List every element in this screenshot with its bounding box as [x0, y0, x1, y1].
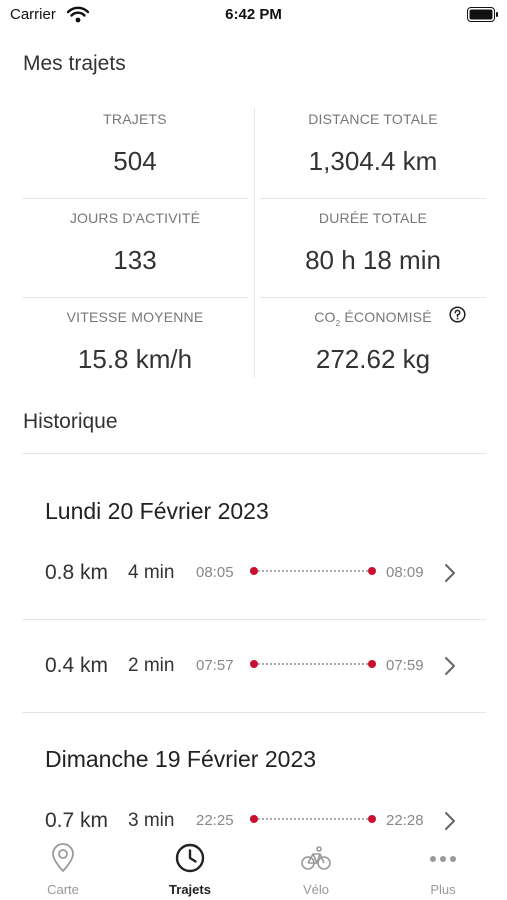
stat-label: JOURS D'ACTIVITÉ: [69, 210, 201, 226]
stat-total-duration: DURÉE TOTALE 80 h 18 min: [260, 207, 486, 297]
trip-start-time: 22:25: [196, 812, 234, 829]
tab-label: Carte: [47, 882, 79, 897]
trip-start-time: 08:05: [196, 564, 234, 581]
stats-divider: [22, 297, 248, 298]
stat-value: 272.62 kg: [315, 344, 431, 374]
trip-timeline: [250, 660, 376, 668]
tab-plus[interactable]: Plus: [380, 835, 506, 900]
stats-divider: [260, 198, 486, 199]
trip-distance: 0.4 km: [45, 654, 109, 677]
more-icon: [430, 856, 456, 862]
map-pin-icon: [52, 843, 74, 872]
tab-velo[interactable]: Vélo: [253, 835, 379, 900]
tab-label: Vélo: [302, 882, 330, 897]
co2-label-suffix: ÉCONOMISÉ: [340, 309, 432, 325]
stats-divider: [254, 108, 255, 378]
page-title: Mes trajets: [23, 52, 126, 75]
trip-row[interactable]: 0.4 km 2 min 07:57 07:59: [0, 647, 507, 687]
tab-carte[interactable]: Carte: [0, 835, 126, 900]
stat-value: 504: [113, 146, 157, 176]
trip-divider: [22, 619, 486, 620]
stat-value: 15.8 km/h: [77, 344, 193, 374]
trip-timeline: [250, 567, 376, 575]
history-divider: [22, 453, 486, 454]
day-header: Dimanche 19 Février 2023: [45, 746, 317, 772]
tab-label: Plus: [430, 882, 456, 897]
chevron-right-icon: [445, 812, 455, 830]
stat-value: 1,304.4 km: [308, 146, 438, 176]
chevron-right-icon: [445, 564, 455, 582]
trip-end-time: 22:28: [386, 812, 424, 829]
stat-total-distance: DISTANCE TOTALE 1,304.4 km: [260, 108, 486, 198]
day-header: Lundi 20 Février 2023: [45, 498, 269, 524]
stat-value: 133: [113, 245, 157, 275]
stat-label: TRAJETS: [103, 111, 167, 127]
stat-label: VITESSE MOYENNE: [66, 309, 204, 325]
history-title: Historique: [23, 410, 118, 433]
trip-duration: 2 min: [128, 655, 175, 676]
status-time: 6:42 PM: [225, 6, 282, 23]
bicycle-icon: [301, 846, 331, 870]
trip-end-time: 07:59: [386, 657, 424, 674]
day-divider: [22, 712, 486, 713]
stats-divider: [22, 198, 248, 199]
status-bar: Carrier 6:42 PM: [0, 0, 507, 30]
trip-distance: 0.7 km: [45, 809, 109, 832]
clock-icon: [175, 843, 205, 873]
stat-trips: TRAJETS 504: [22, 108, 248, 198]
stats-divider: [260, 297, 486, 298]
stats-grid: TRAJETS 504 DISTANCE TOTALE 1,304.4 km J…: [22, 108, 486, 378]
co2-label-prefix: CO: [314, 309, 336, 325]
trip-distance: 0.8 km: [45, 561, 109, 584]
tab-bar: Carte Trajets Vélo Plus: [0, 835, 507, 900]
trip-duration: 3 min: [128, 810, 175, 831]
stat-active-days: JOURS D'ACTIVITÉ 133: [22, 207, 248, 297]
trip-duration: 4 min: [128, 562, 175, 583]
trip-end-time: 08:09: [386, 564, 424, 581]
trip-timeline: [250, 815, 376, 823]
stat-value: 80 h 18 min: [305, 245, 441, 275]
trip-row[interactable]: 0.8 km 4 min 08:05 08:09: [0, 554, 507, 594]
stat-label: DISTANCE TOTALE: [308, 111, 438, 127]
stat-average-speed: VITESSE MOYENNE 15.8 km/h: [22, 306, 248, 396]
chevron-right-icon: [445, 657, 455, 675]
tab-label: Trajets: [169, 882, 211, 897]
help-icon[interactable]: [449, 306, 466, 323]
tab-trajets[interactable]: Trajets: [127, 835, 253, 900]
trip-start-time: 07:57: [196, 657, 234, 674]
battery-icon: [467, 7, 498, 22]
stat-label: DURÉE TOTALE: [318, 210, 428, 226]
